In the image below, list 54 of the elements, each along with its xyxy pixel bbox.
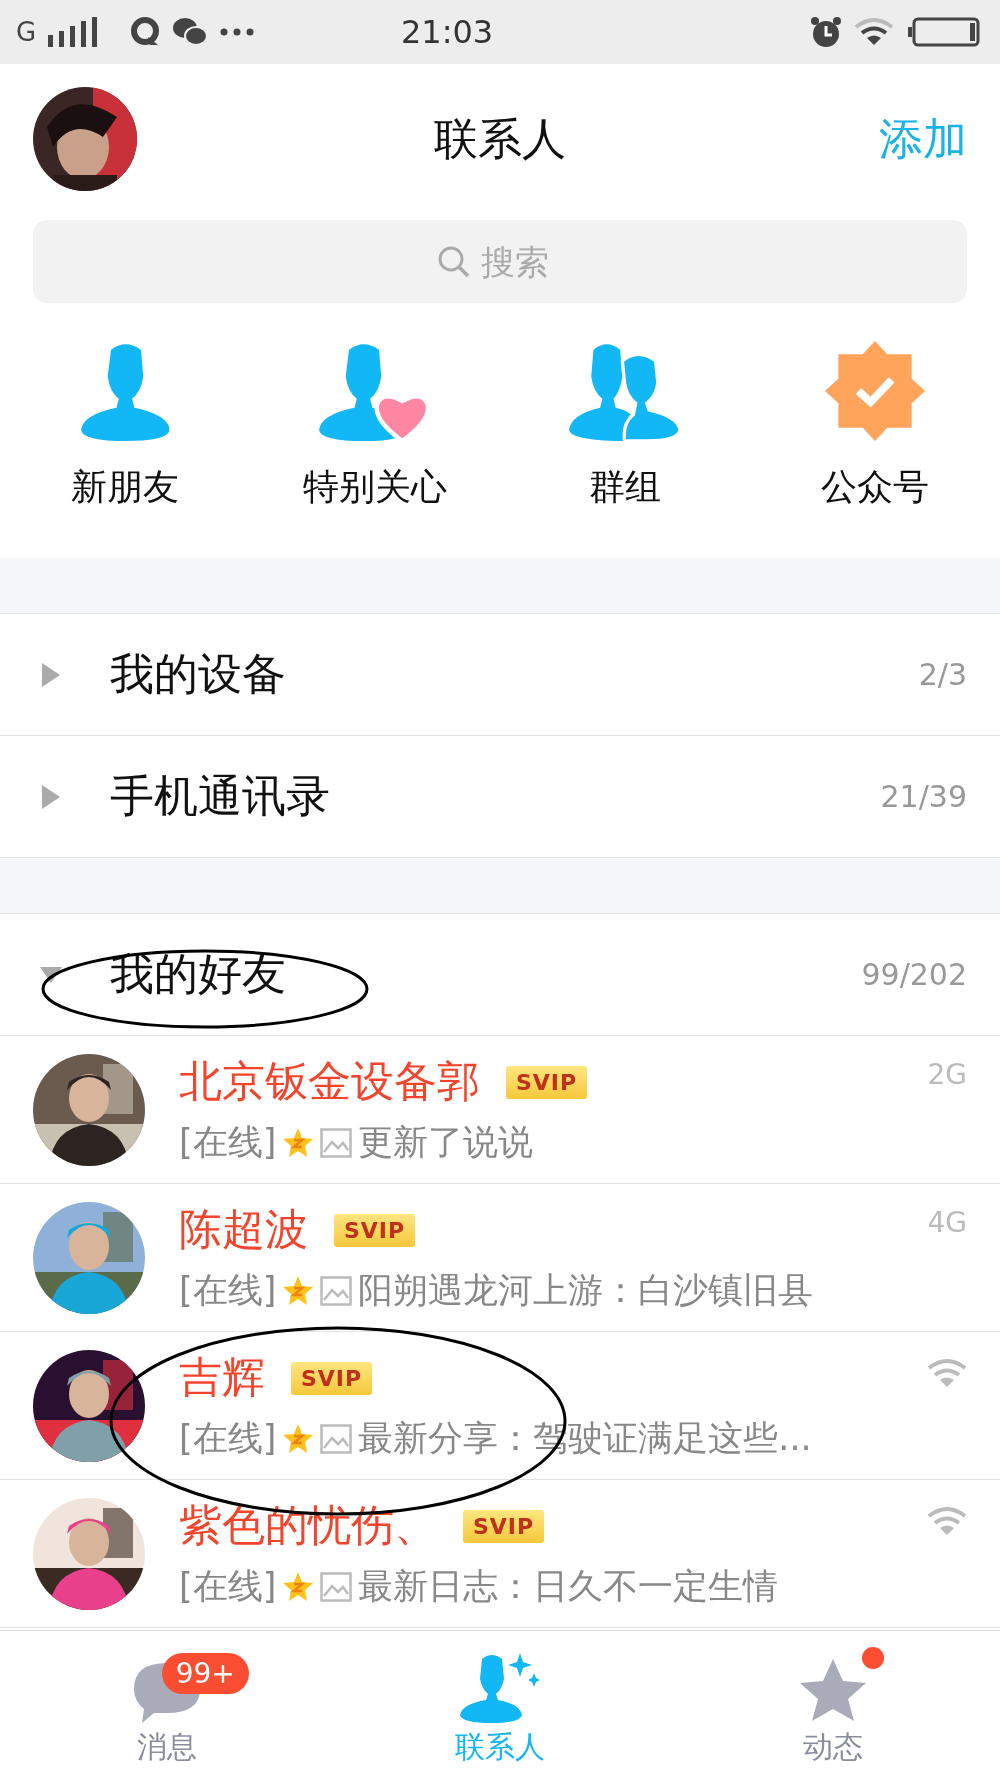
signal-icon [48,17,99,47]
image-icon [320,1127,353,1158]
group-icon [569,341,681,441]
chat-bubbles-icon [172,17,209,47]
more-icon [220,28,255,36]
clock-time: 21:03 [399,13,495,51]
svip-badge: SVIP [506,1065,588,1099]
svip-badge: SVIP [334,1213,416,1247]
unread-count-badge: 99+ [161,1653,249,1694]
wifi-icon [927,1358,967,1388]
image-icon [320,1571,353,1602]
wifi-icon [927,1506,967,1536]
presence-status: [在线] [179,1417,277,1460]
alarm-icon [810,16,842,48]
group-name: 手机通讯录 [110,769,330,823]
star-icon [282,1274,315,1307]
shortcut-item[interactable]: 新朋友 [0,341,250,512]
contact-name: 紫色的忧伤、 [179,1499,437,1552]
status-message: 阳朔遇龙河上游：白沙镇旧县 [358,1269,814,1312]
qq-icon [130,17,161,47]
group-row[interactable]: 我的设备 2/3 [0,614,1000,736]
contact-name: 吉辉 [179,1351,265,1404]
page-title: 联系人 [434,111,566,166]
contact-name: 北京钣金设备郭 [179,1055,480,1108]
network-label: 2G [927,1058,967,1091]
search-field[interactable]: 搜索 [479,240,563,283]
shortcut-item[interactable]: 特别关心 [250,341,500,512]
person-sparkle-icon [460,1653,540,1723]
shortcut-item[interactable]: 公众号 [750,341,1000,512]
contact-name: 陈超波 [179,1203,308,1256]
shortcut-item[interactable]: 群组 [500,341,750,512]
image-icon [320,1423,353,1454]
status-message: 更新了说说 [358,1121,534,1164]
wifi-icon [854,17,896,47]
presence-status: [在线] [179,1565,277,1608]
presence-status: [在线] [179,1121,277,1164]
group-count: 99/202 [861,957,967,992]
carrier-label: G [16,17,37,47]
presence-status: [在线] [179,1269,277,1312]
star-icon [282,1126,315,1159]
svip-badge: SVIP [463,1509,545,1543]
group-count: 21/39 [880,779,967,814]
network-label: 4G [927,1206,967,1239]
search-icon [437,244,471,279]
star-icon [282,1570,315,1603]
verified-badge-icon [825,341,925,441]
image-icon [320,1275,353,1306]
group-count: 2/3 [918,657,967,692]
battery-icon [908,17,980,47]
svip-badge: SVIP [291,1361,373,1395]
group-name: 我的设备 [110,647,286,701]
star-icon [282,1422,315,1455]
person-icon [80,341,170,441]
status-message: 最新日志：日久不一定生情 [358,1565,779,1608]
